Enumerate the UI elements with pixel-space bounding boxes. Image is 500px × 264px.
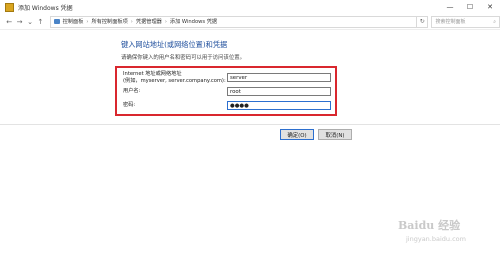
watermark-logo: Baidu 经验 — [398, 219, 461, 232]
control-panel-icon — [53, 19, 60, 24]
address-field[interactable] — [227, 73, 331, 82]
password-field[interactable] — [227, 101, 331, 110]
breadcrumb-control-panel[interactable]: 控制面板 — [63, 18, 84, 25]
close-button[interactable]: ✕ — [480, 0, 500, 14]
search-placeholder: 搜索控制面板 — [435, 19, 466, 25]
watermark-url: jingyan.baidu.com — [406, 235, 466, 243]
address-bar[interactable]: 控制面板 › 所有控制面板项 › 凭据管理器 › 添加 Windows 凭据 — [49, 15, 418, 28]
breadcrumb-all-items[interactable]: 所有控制面板项 — [91, 18, 127, 25]
maximize-button[interactable]: ☐ — [460, 0, 480, 14]
credential-form: Internet 地址或网络地址 (例如，myserver, server.co… — [115, 66, 337, 116]
address-label: Internet 地址或网络地址 (例如，myserver, server.co… — [123, 71, 226, 84]
forward-arrow-icon[interactable]: → — [14, 16, 24, 28]
username-field[interactable] — [227, 87, 331, 96]
footer-divider — [0, 124, 500, 125]
search-icon: ⌕ — [493, 18, 496, 25]
window-controls: — ☐ ✕ — [440, 0, 500, 14]
window-title: 添加 Windows 凭据 — [18, 4, 73, 12]
breadcrumb-credential-manager[interactable]: 凭据管理器 — [136, 18, 162, 25]
up-arrow-icon[interactable]: ↑ — [35, 16, 45, 28]
credential-manager-icon — [5, 2, 14, 12]
breadcrumb-separator: › — [164, 18, 167, 25]
breadcrumb-separator: › — [130, 18, 133, 25]
ok-button[interactable]: 确定(O) — [280, 129, 314, 140]
breadcrumb-add-credential[interactable]: 添加 Windows 凭据 — [170, 18, 217, 25]
back-arrow-icon[interactable]: ← — [4, 16, 14, 28]
minimize-button[interactable]: — — [440, 0, 460, 14]
page-heading: 键入网站地址(或网络位置)和凭据 — [121, 40, 228, 49]
navigation-bar: ← → ⌄ ↑ 控制面板 › 所有控制面板项 › 凭据管理器 › 添加 Wind… — [0, 14, 500, 30]
recent-locations-dropdown-icon[interactable]: ⌄ — [25, 16, 35, 28]
title-bar: 添加 Windows 凭据 — ☐ ✕ — [0, 0, 500, 14]
search-input[interactable]: 搜索控制面板 ⌕ — [431, 15, 500, 28]
cancel-button[interactable]: 取消(N) — [318, 129, 352, 140]
password-label: 密码: — [123, 102, 136, 108]
main-content: 键入网站地址(或网络位置)和凭据 请确保你键入的用户名和密码可以用于访问该位置。… — [0, 31, 500, 264]
breadcrumb-separator: › — [86, 18, 89, 25]
refresh-icon[interactable]: ↻ — [417, 15, 429, 28]
username-label: 用户名: — [123, 88, 141, 94]
page-instructions: 请确保你键入的用户名和密码可以用于访问该位置。 — [121, 55, 245, 61]
